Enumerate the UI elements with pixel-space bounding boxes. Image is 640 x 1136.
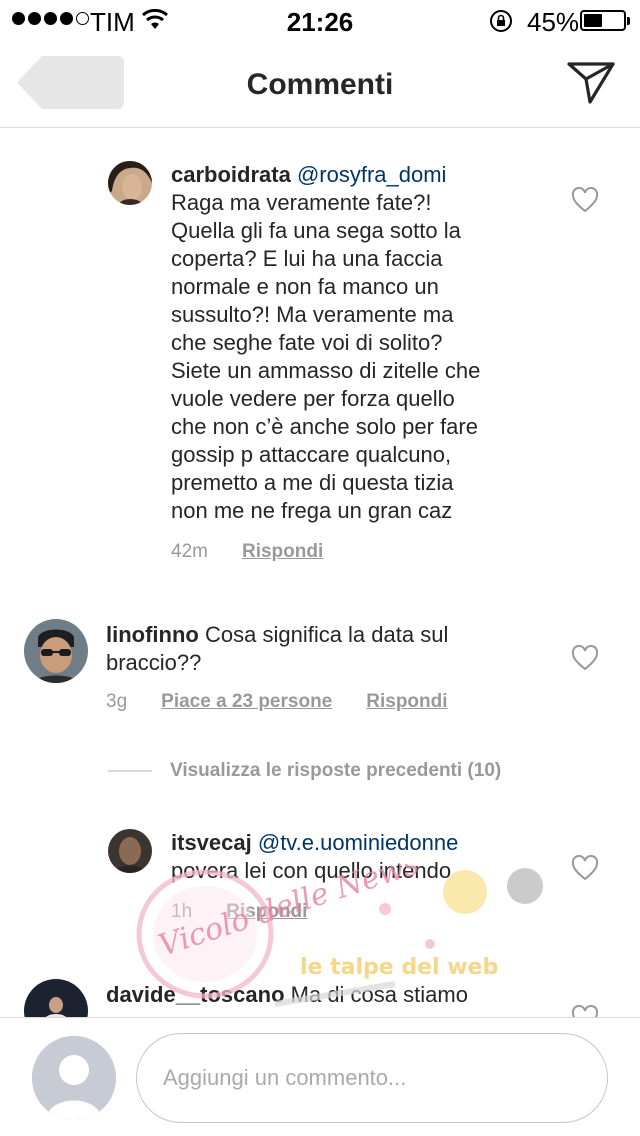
- comment-meta: 42m Rispondi: [171, 541, 323, 563]
- comment-time: 42m: [171, 541, 208, 562]
- comment-mention[interactable]: @tv.e.uominiedonne: [258, 830, 459, 855]
- like-heart-icon[interactable]: [571, 187, 599, 213]
- status-bar: TIM 21:26 45%: [0, 0, 640, 40]
- comment-meta: 3g Piace a 23 persone Rispondi: [106, 691, 448, 713]
- comment-text: carboidrata @rosyfra_domi Raga ma verame…: [171, 161, 591, 525]
- comment-line: normale e non fa manco un: [171, 274, 439, 299]
- likes-link[interactable]: Piace a 23 persone: [161, 691, 332, 713]
- comment-mention[interactable]: @rosyfra_domi: [297, 162, 447, 187]
- comment-line: Cosa significa la data sul: [204, 622, 449, 647]
- view-previous-replies-label: Visualizza le risposte precedenti (10): [170, 760, 502, 781]
- avatar[interactable]: [24, 979, 88, 1017]
- comment-line: braccio??: [106, 650, 202, 675]
- comment-line: non me ne frega un gran caz: [171, 498, 453, 523]
- avatar[interactable]: [24, 619, 88, 683]
- battery-percent: 45%: [527, 7, 580, 37]
- direct-send-icon[interactable]: [566, 60, 616, 106]
- comment-meta: 1h Rispondi: [171, 901, 307, 923]
- comment-input[interactable]: [136, 1033, 608, 1123]
- comment-text: linofinno Cosa significa la data sul bra…: [106, 621, 556, 677]
- rotation-lock-icon: [490, 10, 512, 32]
- page-title: Commenti: [246, 68, 394, 101]
- comment-username[interactable]: itsvecaj: [171, 830, 252, 855]
- reply-button[interactable]: Rispondi: [366, 691, 447, 713]
- current-user-avatar: [32, 1036, 116, 1120]
- comment-time: 1h: [171, 901, 193, 922]
- comment-line: Siete un ammasso di zitelle che: [171, 358, 481, 383]
- battery-icon: [580, 10, 630, 31]
- comment-line: Quella gli fa una sega sotto la: [171, 218, 461, 243]
- comment-text: davide__toscano Ma di cosa stiamo: [106, 981, 556, 1009]
- comments-list[interactable]: carboidrata @rosyfra_domi Raga ma verame…: [0, 129, 640, 1017]
- divider: [108, 770, 152, 772]
- comment-line: povera lei con quello intendo: [171, 858, 452, 883]
- comment-line: Raga ma veramente fate?!: [171, 190, 432, 215]
- comment-username[interactable]: carboidrata: [171, 162, 291, 187]
- view-previous-replies[interactable]: Visualizza le risposte precedenti (10): [108, 760, 501, 782]
- comment-line: che seghe fate voi di solito?: [171, 330, 443, 355]
- comment-username[interactable]: davide__toscano: [106, 982, 285, 1007]
- watermark-text-right: le talpe del web: [300, 955, 498, 980]
- comment-line: sussulto?! Ma veramente ma: [171, 302, 454, 327]
- comment-username[interactable]: linofinno: [106, 622, 199, 647]
- comment-line: Ma di cosa stiamo: [290, 982, 468, 1007]
- like-heart-icon[interactable]: [571, 855, 599, 881]
- comment-time: 3g: [106, 691, 128, 712]
- avatar[interactable]: [108, 161, 152, 205]
- avatar[interactable]: [108, 829, 152, 873]
- reply-button[interactable]: Rispondi: [242, 541, 323, 563]
- comment-composer: [0, 1017, 640, 1136]
- comment-line: gossip p attaccare qualcuno,: [171, 442, 452, 467]
- comment-line: premetto a me di questa tizia: [171, 470, 454, 495]
- like-heart-icon[interactable]: [571, 1005, 599, 1017]
- comment-text: itsvecaj @tv.e.uominiedonne povera lei c…: [171, 829, 591, 885]
- comment-line: coperta? E lui ha una faccia: [171, 246, 443, 271]
- navigation-bar: Commenti: [0, 40, 640, 128]
- reply-button[interactable]: Rispondi: [226, 901, 307, 923]
- like-heart-icon[interactable]: [571, 645, 599, 671]
- comment-line: vuole vedere per forza quello: [171, 386, 455, 411]
- comment-line: che non c’è anche solo per fare: [171, 414, 478, 439]
